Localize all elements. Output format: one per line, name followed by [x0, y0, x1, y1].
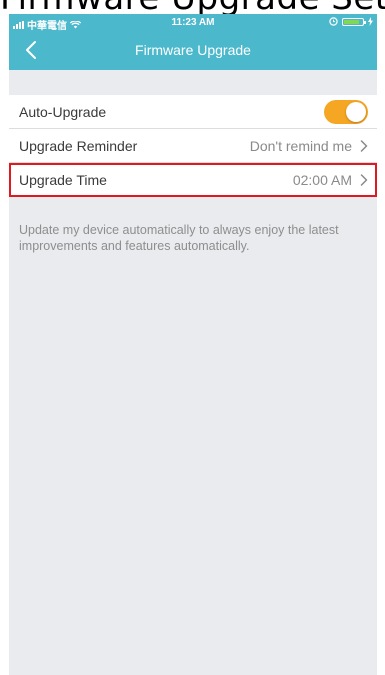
upgrade-reminder-label: Upgrade Reminder [19, 137, 138, 154]
upgrade-time-row[interactable]: Upgrade Time 02:00 AM [9, 163, 377, 197]
page-title: Firmware Upgrade [135, 42, 251, 58]
toggle-knob [346, 101, 366, 122]
top-bar: 中華電信 11:23 AM Firmware Upgrade [9, 14, 377, 70]
auto-upgrade-label: Auto-Upgrade [19, 103, 107, 120]
upgrade-time-value: 02:00 AM [292, 172, 352, 188]
auto-upgrade-toggle[interactable] [324, 99, 368, 124]
auto-upgrade-description: Update my device automatically to always… [19, 223, 339, 253]
upgrade-reminder-value-group: Don't remind me [250, 138, 368, 154]
upgrade-reminder-value: Don't remind me [249, 137, 352, 154]
top-caption: Firmware Upgrade Settings: Upgrade Time [0, 0, 385, 14]
auto-upgrade-row: Auto-Upgrade [9, 95, 377, 129]
charging-icon [368, 17, 373, 26]
phone-screen: 中華電信 11:23 AM Firmware Upgrade Auto-Upgr… [9, 14, 377, 675]
alarm-icon [329, 17, 338, 26]
settings-list: Auto-Upgrade Upgrade Reminder Don't remi… [9, 95, 377, 197]
status-bar: 中華電信 11:23 AM [9, 14, 377, 32]
status-right-icons [329, 17, 373, 26]
upgrade-reminder-row[interactable]: Upgrade Reminder Don't remind me [9, 129, 377, 163]
status-time: 11:23 AM [171, 17, 215, 28]
chevron-right-icon [360, 174, 368, 186]
battery-icon [342, 17, 366, 26]
upgrade-time-value-group: 02:00 AM [293, 172, 368, 188]
navbar: Firmware Upgrade [9, 30, 377, 70]
battery-level [344, 19, 360, 24]
chevron-right-icon [360, 139, 368, 152]
upgrade-time-label: Upgrade Time [19, 172, 107, 188]
